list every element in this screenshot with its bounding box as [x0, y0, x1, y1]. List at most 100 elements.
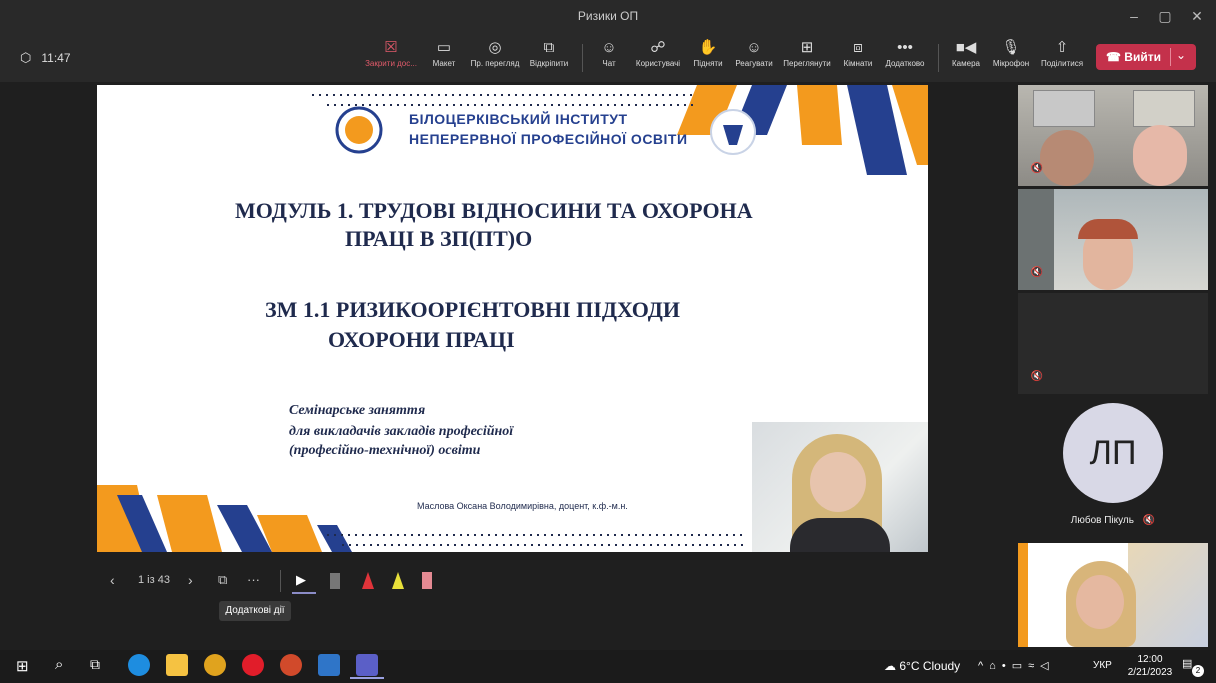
- raise-hand-button[interactable]: ✋ Підняти: [690, 39, 726, 69]
- elapsed-time: 11:47: [41, 51, 71, 65]
- self-view-video: [1018, 543, 1208, 647]
- shared-slide: БІЛОЦЕРКІВСЬКИЙ ІНСТИТУТ НЕПЕРЕРВНОЇ ПРО…: [97, 85, 928, 552]
- people-icon: ☍: [650, 39, 666, 56]
- mic-icon: •: [1001, 660, 1012, 672]
- presenter-video: [752, 422, 928, 552]
- browser-icon[interactable]: [280, 654, 302, 676]
- toolbar-divider: [938, 44, 939, 72]
- presenter-view-button[interactable]: ◎ Пр. перегляд: [467, 39, 523, 69]
- slide-heading-1-line1: МОДУЛЬ 1. ТРУДОВІ ВІДНОСИНИ ТА ОХОРОНА: [235, 198, 753, 223]
- participant-video-2: 🔇: [1018, 189, 1208, 290]
- microphone-icon: 🎙: [1001, 39, 1021, 56]
- mic-off-icon: 🔇: [1030, 163, 1044, 174]
- avatar: ЛП: [1063, 403, 1163, 503]
- leave-label: Вийти: [1124, 50, 1161, 64]
- notification-count-badge: 2: [1192, 665, 1204, 677]
- participant-tile-4: ЛП Любов Пікуль 🔇: [1018, 397, 1208, 532]
- slides-grid-icon[interactable]: ⧉: [218, 572, 227, 588]
- search-icon[interactable]: ⌕: [55, 656, 63, 673]
- highlighter-icon[interactable]: [392, 572, 404, 589]
- teams-icon[interactable]: [356, 654, 378, 676]
- eraser-tool-icon[interactable]: [330, 573, 340, 589]
- slide-heading-2-line2: ОХОРОНИ ПРАЦІ: [328, 327, 515, 352]
- seminar-line2: для викладачів закладів професійної: [289, 424, 514, 439]
- share-icon: ⇧: [1055, 39, 1069, 56]
- cloud-icon: ☁: [884, 659, 896, 673]
- participant-tile-3: 🔇: [1018, 293, 1208, 394]
- rooms-icon: ⧈: [853, 39, 863, 56]
- author-line: Маслова Оксана Володимирівна, доцент, к.…: [417, 501, 628, 511]
- chrome-icon[interactable]: [204, 654, 226, 676]
- next-slide-button[interactable]: ›: [188, 572, 193, 588]
- people-button[interactable]: ☍ Користувачі: [632, 39, 684, 69]
- chevron-down-icon[interactable]: ⌄: [1176, 48, 1186, 62]
- chevron-up-icon: ^: [978, 660, 990, 672]
- seminar-line3: (професійно-технічної) освіти: [289, 443, 481, 458]
- more-icon: •••: [897, 39, 913, 56]
- toolbar-divider: [582, 44, 583, 72]
- smile-icon: ☺: [746, 39, 762, 56]
- maximize-icon[interactable]: ▢: [1155, 6, 1175, 26]
- more-actions-tooltip: Додаткові дії: [219, 601, 291, 621]
- network-icon: ⌂: [989, 660, 1002, 672]
- slide-heading-1-line2: ПРАЦІ В ЗП(ПТ)О: [345, 226, 533, 251]
- wifi-icon: ≈: [1028, 660, 1041, 672]
- mic-button[interactable]: 🎙 Мікрофон: [990, 39, 1032, 69]
- slide-heading-2-line1: ЗМ 1.1 РИЗИКООРІЄНТОВНІ ПІДХОДИ: [265, 297, 681, 322]
- stop-sharing-button[interactable]: ☒ Закрити дос...: [362, 39, 420, 69]
- layout-icon: ▭: [436, 39, 452, 56]
- share-button[interactable]: ⇧ Поділитися: [1038, 39, 1086, 69]
- mic-off-icon: 🔇: [1030, 371, 1044, 382]
- eye-icon: ◎: [488, 39, 502, 56]
- stop-share-icon: ☒: [384, 39, 398, 56]
- camera-button[interactable]: ■◀ Камера: [948, 40, 984, 69]
- institute-name-line2: НЕПЕРЕРВНОЇ ПРОФЕСІЙНОЇ ОСВІТИ: [409, 131, 688, 147]
- unpin-icon: ⧉: [543, 39, 555, 56]
- view-button[interactable]: ⊞ Переглянути: [779, 39, 835, 69]
- close-icon[interactable]: ✕: [1187, 6, 1207, 26]
- clock-time: 12:00: [1137, 654, 1163, 665]
- previous-slide-button[interactable]: ‹: [110, 572, 115, 588]
- phone-hangup-icon: ☎: [1106, 50, 1121, 64]
- seminar-line1: Семінарське заняття: [289, 403, 426, 418]
- window-titlebar: Ризики ОП – ▢ ✕: [0, 0, 1216, 32]
- layout-button[interactable]: ▭ Макет: [428, 39, 460, 69]
- language-indicator[interactable]: УКР: [1093, 660, 1112, 671]
- notifications-icon[interactable]: ▤ 2: [1182, 657, 1204, 677]
- file-explorer-icon[interactable]: [166, 654, 188, 676]
- clock[interactable]: 12:00 2/21/2023: [1126, 653, 1174, 679]
- pink-marker-icon[interactable]: [422, 572, 432, 589]
- edge-browser-icon[interactable]: [128, 654, 150, 676]
- windows-start-icon[interactable]: ⊞: [16, 657, 29, 675]
- chat-button[interactable]: ☺ Чат: [594, 39, 624, 69]
- window-title: Ризики ОП: [577, 9, 639, 23]
- institute-name-line1: БІЛОЦЕРКІВСЬКИЙ ІНСТИТУТ: [409, 111, 628, 127]
- minimize-icon[interactable]: –: [1124, 6, 1144, 26]
- mic-off-icon: 🔇: [1142, 515, 1156, 526]
- react-button[interactable]: ☺ Реагувати: [733, 39, 775, 69]
- volume-icon: ◁: [1040, 660, 1055, 672]
- shield-icon: ⬡: [20, 50, 32, 65]
- red-pen-icon[interactable]: [362, 572, 374, 589]
- pointer-tool-icon[interactable]: ▶: [296, 572, 306, 588]
- meeting-timer: ⬡ 11:47: [20, 50, 71, 66]
- participant-name: Любов Пікуль: [1070, 515, 1134, 526]
- weather-widget[interactable]: ☁ 6°C Cloudy: [884, 659, 960, 673]
- video-app-icon[interactable]: [318, 654, 340, 676]
- system-tray[interactable]: ^⌂•▭≈◁: [978, 659, 1055, 672]
- rooms-button[interactable]: ⧈ Кімнати: [840, 39, 876, 69]
- clock-date: 2/21/2023: [1127, 667, 1173, 678]
- chat-icon: ☺: [601, 39, 617, 56]
- unpin-button[interactable]: ⧉ Відкріпити: [526, 39, 572, 69]
- more-actions-button[interactable]: ···: [247, 572, 260, 587]
- mic-off-icon: 🔇: [1030, 267, 1044, 278]
- hand-icon: ✋: [698, 39, 718, 56]
- task-view-icon[interactable]: ⧉: [90, 656, 100, 673]
- more-button[interactable]: ••• Додатково: [882, 39, 928, 69]
- slide-page-indicator: 1 із 43: [138, 574, 170, 586]
- opera-icon[interactable]: [242, 654, 264, 676]
- participant-video-1: 🔇: [1018, 85, 1208, 186]
- grid-icon: ⊞: [800, 39, 814, 56]
- leave-button[interactable]: ☎ Вийти ⌄: [1096, 44, 1196, 70]
- battery-icon: ▭: [1011, 660, 1029, 672]
